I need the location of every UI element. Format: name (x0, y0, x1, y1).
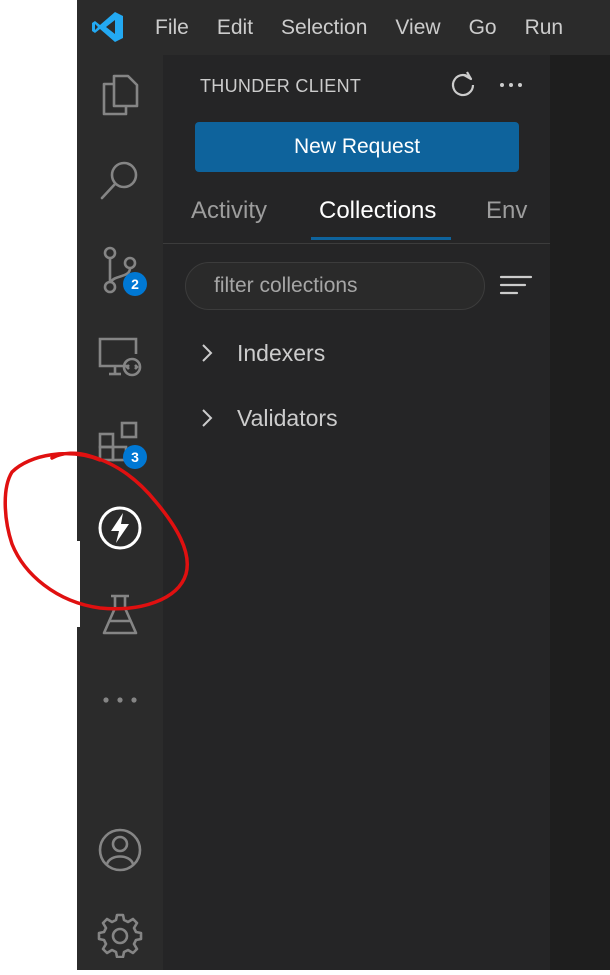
remote-explorer-icon (98, 337, 142, 377)
menu-view[interactable]: View (395, 16, 440, 40)
refresh-icon[interactable] (449, 71, 477, 99)
thunder-client-sidebar: THUNDER CLIENT New Request Activity Coll… (163, 55, 550, 970)
activity-testing[interactable] (77, 575, 163, 655)
sidebar-title: THUNDER CLIENT (200, 76, 362, 96)
menu-run[interactable]: Run (525, 16, 564, 40)
search-icon (100, 161, 138, 200)
activity-extensions[interactable]: 3 (77, 403, 163, 483)
extensions-badge: 3 (123, 445, 147, 469)
chevron-right-icon (202, 409, 213, 427)
editor-area (550, 55, 610, 970)
collection-label: Validators (237, 404, 338, 431)
new-request-button[interactable]: New Request (195, 122, 519, 172)
activity-remote-explorer[interactable] (77, 317, 163, 397)
menu-selection[interactable]: Selection (281, 16, 367, 40)
sidebar-tabs: Activity Collections Env (163, 185, 550, 244)
tab-collections[interactable]: Collections (319, 197, 436, 225)
tab-env[interactable]: Env (486, 197, 527, 225)
activity-thunder-client[interactable] (77, 488, 163, 568)
activity-manage[interactable] (77, 895, 163, 975)
accounts-icon (98, 828, 142, 872)
more-icon (103, 697, 137, 703)
activity-search[interactable] (77, 140, 163, 220)
activity-bar: 2 3 (77, 55, 163, 970)
title-bar: File Edit Selection View Go Run (77, 0, 610, 55)
explorer-icon (102, 74, 139, 116)
tab-activity[interactable]: Activity (191, 197, 267, 225)
activity-explorer[interactable] (77, 55, 163, 135)
activity-accounts[interactable] (77, 810, 163, 890)
thunder-client-icon (98, 506, 142, 550)
activity-source-control[interactable]: 2 (77, 230, 163, 310)
menu-edit[interactable]: Edit (217, 16, 253, 40)
filter-collections-input[interactable] (186, 263, 484, 309)
activity-more[interactable] (77, 660, 163, 740)
sort-menu-icon[interactable] (499, 272, 533, 298)
chevron-right-icon (202, 344, 213, 362)
vscode-logo-icon (92, 12, 123, 42)
filter-collections-field (185, 262, 485, 310)
collection-label: Indexers (237, 339, 326, 366)
menu-bar: File Edit Selection View Go Run (155, 0, 591, 55)
more-actions-icon[interactable] (497, 71, 525, 99)
collection-item-indexers[interactable]: Indexers (197, 333, 325, 373)
testing-icon (102, 594, 138, 635)
vscode-window: File Edit Selection View Go Run 2 3 THUN… (77, 0, 610, 970)
menu-file[interactable]: File (155, 16, 189, 40)
source-control-badge: 2 (123, 272, 147, 296)
gear-icon (97, 913, 143, 958)
collection-item-validators[interactable]: Validators (197, 398, 338, 438)
menu-go[interactable]: Go (469, 16, 497, 40)
active-tab-underline (311, 237, 451, 240)
